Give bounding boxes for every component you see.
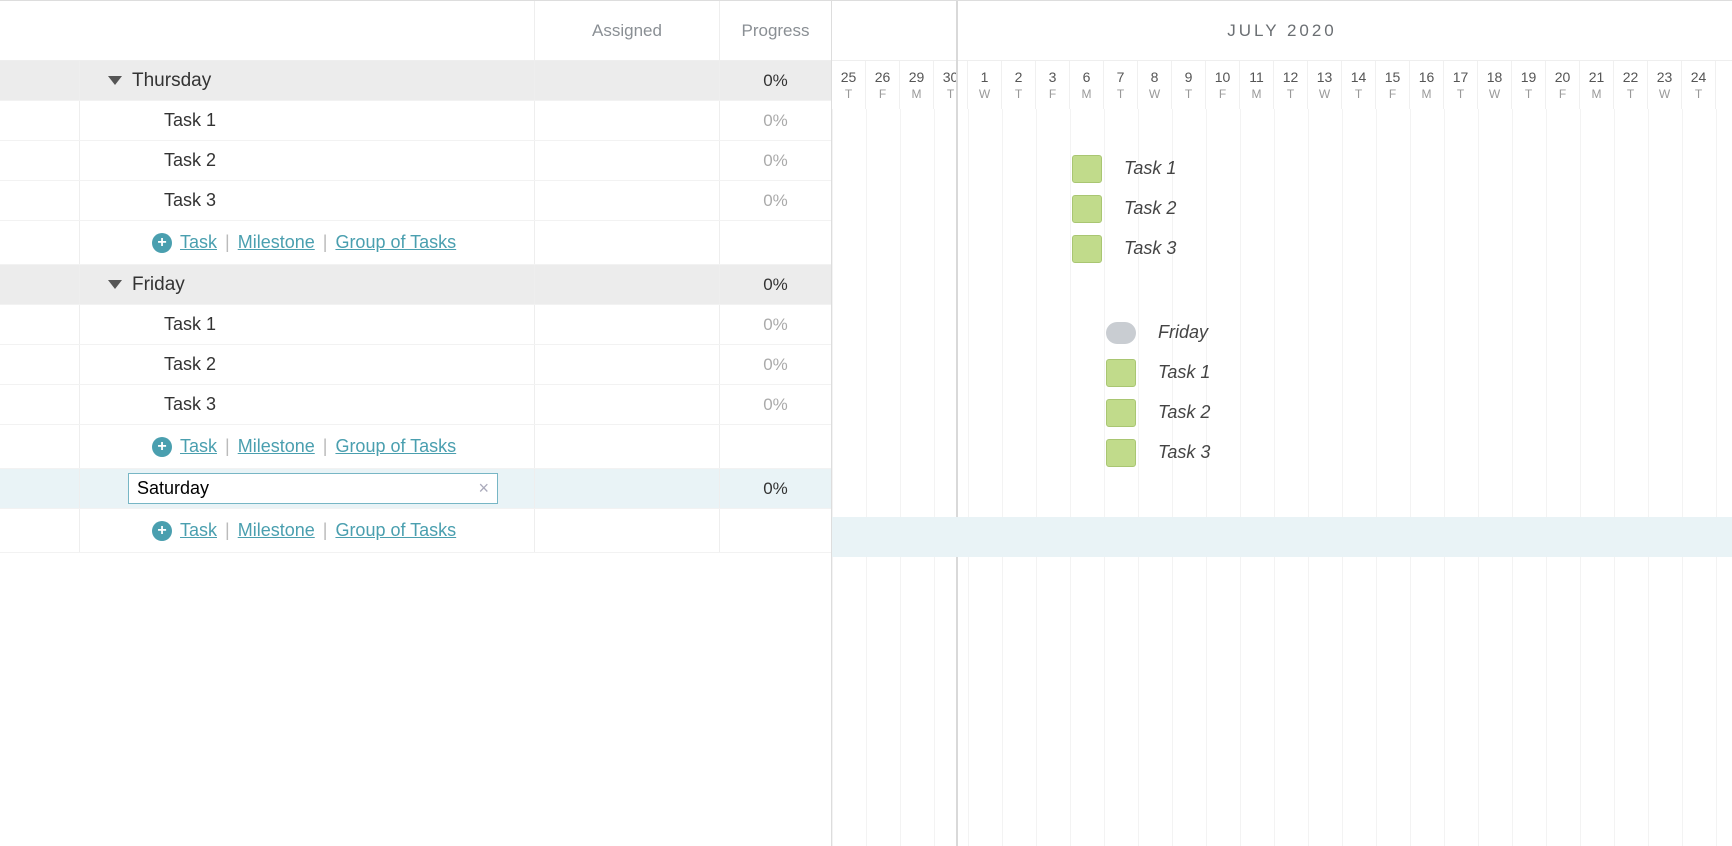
date-column: 22T	[1614, 61, 1648, 109]
group-progress: 0%	[720, 61, 831, 100]
date-column: 18W	[1478, 61, 1512, 109]
add-task-link[interactable]: Task	[180, 520, 217, 541]
date-column: 8W	[1138, 61, 1172, 109]
add-links: + Task | Milestone | Group of Tasks	[152, 436, 456, 457]
task-name[interactable]: Task 1	[80, 110, 216, 131]
chevron-down-icon[interactable]	[108, 280, 122, 289]
add-group-link[interactable]: Group of Tasks	[335, 232, 456, 253]
date-column: 3F	[1036, 61, 1070, 109]
task-name[interactable]: Task 3	[80, 394, 216, 415]
gantt-label: Task 1	[1124, 158, 1176, 179]
task-progress: 0%	[720, 345, 831, 384]
clear-input-icon[interactable]: ×	[478, 478, 489, 499]
date-column: 30T	[934, 61, 968, 109]
new-group-input[interactable]	[137, 478, 457, 499]
gantt-bar[interactable]	[1072, 155, 1102, 183]
task-name[interactable]: Task 2	[80, 354, 216, 375]
add-task-link[interactable]: Task	[180, 232, 217, 253]
date-column: 23W	[1648, 61, 1682, 109]
add-links: + Task | Milestone | Group of Tasks	[152, 232, 456, 253]
gantt-label: Task 2	[1158, 402, 1210, 423]
date-column: 10F	[1206, 61, 1240, 109]
gantt-label: Task 2	[1124, 198, 1176, 219]
gantt-label: Friday	[1158, 322, 1208, 343]
date-column: 17T	[1444, 61, 1478, 109]
date-column: 25T	[832, 61, 866, 109]
add-milestone-link[interactable]: Milestone	[238, 436, 315, 457]
plus-icon[interactable]: +	[152, 521, 172, 541]
plus-icon[interactable]: +	[152, 233, 172, 253]
gantt-bar[interactable]	[1106, 359, 1136, 387]
task-progress: 0%	[720, 385, 831, 424]
group-progress: 0%	[720, 469, 831, 508]
group-progress: 0%	[720, 265, 831, 304]
date-column: 7T	[1104, 61, 1138, 109]
date-column: 1W	[968, 61, 1002, 109]
add-task-link[interactable]: Task	[180, 436, 217, 457]
gantt-panel[interactable]: JULY 2020 25T26F29M30T1W2T3F6M7T8W9T10F1…	[832, 1, 1732, 846]
date-column: 21M	[1580, 61, 1614, 109]
date-column: 29M	[900, 61, 934, 109]
task-name[interactable]: Task 2	[80, 150, 216, 171]
date-column: 2T	[1002, 61, 1036, 109]
date-column: 12T	[1274, 61, 1308, 109]
task-progress: 0%	[720, 141, 831, 180]
gantt-bar[interactable]	[1106, 439, 1136, 467]
date-column: 11M	[1240, 61, 1274, 109]
date-column: 19T	[1512, 61, 1546, 109]
gantt-bar[interactable]	[1106, 399, 1136, 427]
group-name[interactable]: Friday	[80, 274, 185, 296]
task-list-panel: Assigned Progress Thursday 0% Task 1 0% Task…	[0, 1, 832, 846]
date-column: 15F	[1376, 61, 1410, 109]
plus-icon[interactable]: +	[152, 437, 172, 457]
gantt-label: Task 1	[1158, 362, 1210, 383]
task-progress: 0%	[720, 101, 831, 140]
add-milestone-link[interactable]: Milestone	[238, 232, 315, 253]
chevron-down-icon[interactable]	[108, 76, 122, 85]
date-column: 6M	[1070, 61, 1104, 109]
date-column: 24T	[1682, 61, 1716, 109]
column-progress[interactable]: Progress	[720, 1, 831, 60]
task-name[interactable]: Task 1	[80, 314, 216, 335]
date-column: 26F	[866, 61, 900, 109]
new-group-input-box[interactable]: ×	[128, 473, 498, 504]
column-headers: Assigned Progress	[0, 1, 831, 61]
task-name[interactable]: Task 3	[80, 190, 216, 211]
gantt-milestone[interactable]	[1106, 322, 1136, 344]
date-column: 9T	[1172, 61, 1206, 109]
group-name[interactable]: Thursday	[80, 70, 211, 92]
gantt-label: Task 3	[1158, 442, 1210, 463]
column-assigned[interactable]: Assigned	[535, 1, 720, 60]
date-column: 16M	[1410, 61, 1444, 109]
timeline-dates: 25T26F29M30T1W2T3F6M7T8W9T10F11M12T13W14…	[832, 61, 1732, 109]
date-column: 14T	[1342, 61, 1376, 109]
gantt-bar[interactable]	[1072, 195, 1102, 223]
add-links: + Task | Milestone | Group of Tasks	[152, 520, 456, 541]
task-progress: 0%	[720, 305, 831, 344]
add-group-link[interactable]: Group of Tasks	[335, 520, 456, 541]
date-column: 13W	[1308, 61, 1342, 109]
add-milestone-link[interactable]: Milestone	[238, 520, 315, 541]
timeline-month: JULY 2020	[832, 1, 1732, 61]
gantt-label: Task 3	[1124, 238, 1176, 259]
gantt-bar[interactable]	[1072, 235, 1102, 263]
add-group-link[interactable]: Group of Tasks	[335, 436, 456, 457]
task-progress: 0%	[720, 181, 831, 220]
date-column: 20F	[1546, 61, 1580, 109]
